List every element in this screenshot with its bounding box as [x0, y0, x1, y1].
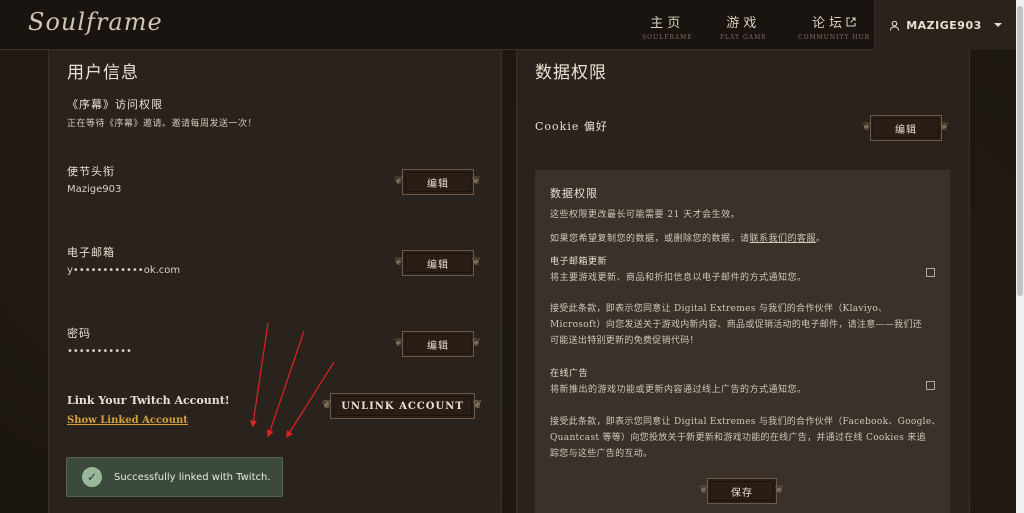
contact-support-link[interactable]: 联系我们的客服	[750, 234, 817, 244]
email-consent-text: 接受此条款，即表示您同意让 Digital Extremes 与我们的合作伙伴（…	[550, 304, 923, 346]
data-rights-title: 数据权限	[535, 63, 607, 83]
username: MAZIGE903	[906, 18, 982, 32]
edit-password-button[interactable]: 编辑	[394, 331, 482, 357]
envoy-title-label: 使节头衔	[67, 165, 115, 178]
nav-forum-label: 论坛	[798, 12, 870, 31]
password-label: 密码	[67, 327, 91, 340]
user-icon	[890, 20, 900, 31]
email-updates-title: 电子邮箱更新	[550, 257, 608, 267]
envoy-title-value: Mazige903	[67, 184, 122, 195]
nav-forum-sub: COMMUNITY HUB	[798, 34, 871, 41]
external-link-icon	[846, 17, 856, 27]
edit-envoy-button[interactable]: 编辑	[394, 169, 482, 195]
unlink-account-button[interactable]: UNLINK ACCOUNT	[322, 393, 483, 419]
email-updates-checkbox[interactable]	[926, 268, 935, 277]
nav-home-sub: SOULFRAME	[642, 34, 693, 41]
annotation-arrows	[249, 322, 335, 439]
cookie-preferences-label: Cookie 偏好	[535, 120, 608, 133]
email-label: 电子邮箱	[67, 246, 115, 259]
data-rights-box-title: 数据权限	[550, 187, 598, 200]
success-toast: ✓ Successfully linked with Twitch.	[66, 457, 283, 497]
nav-game-label: 游戏	[726, 16, 761, 31]
password-value: •••••••••••	[67, 346, 132, 357]
nav-forum[interactable]: 论坛 COMMUNITY HUB	[798, 12, 870, 41]
nav-game[interactable]: 游戏 PLAY GAME	[720, 12, 767, 41]
prologue-access-title: 《序幕》访问权限	[67, 98, 163, 111]
twitch-title: Link Your Twitch Account!	[67, 394, 230, 407]
user-info-title: 用户信息	[67, 63, 139, 83]
edit-cookie-button[interactable]: 编辑	[862, 115, 950, 141]
online-ads-desc: 将新推出的游戏功能或更新内容通过线上广告的方式通知您。	[550, 385, 807, 395]
prologue-access-text: 正在等待《序幕》邀请。邀请每周发送一次！	[67, 119, 258, 129]
scrollbar-thumb[interactable]	[1017, 6, 1023, 296]
nav-game-sub: PLAY GAME	[720, 34, 767, 41]
show-linked-account-link[interactable]: Show Linked Account	[67, 415, 188, 426]
soulframe-logo[interactable]: Soulframe	[28, 8, 163, 36]
user-menu[interactable]: MAZIGE903	[875, 0, 1016, 50]
email-updates-desc: 将主要游戏更新、商品和折扣信息以电子邮件的方式通知您。	[550, 273, 807, 283]
top-nav: Soulframe 主页 SOULFRAME 游戏 PLAY GAME 论坛 C…	[0, 0, 1016, 50]
data-copy-text: 如果您希望复制您的数据，或删除您的数据，请联系我们的客服。	[550, 234, 826, 244]
toast-text: Successfully linked with Twitch.	[114, 471, 271, 483]
email-value: y••••••••••••ok.com	[67, 265, 181, 276]
check-icon: ✓	[82, 467, 102, 487]
online-ads-title: 在线广告	[550, 369, 589, 379]
chevron-down-icon	[993, 23, 1002, 27]
nav-home[interactable]: 主页 SOULFRAME	[642, 12, 693, 41]
edit-email-button[interactable]: 编辑	[394, 250, 482, 276]
ads-consent-text: 接受此条款，即表示您同意让 Digital Extremes 与我们的合作伙伴（…	[550, 417, 941, 459]
online-ads-checkbox[interactable]	[926, 381, 935, 390]
save-button[interactable]: 保存	[699, 478, 785, 504]
nav-home-label: 主页	[650, 16, 685, 31]
data-rights-note: 这些权限更改最长可能需要 21 天才会生效。	[550, 210, 741, 220]
